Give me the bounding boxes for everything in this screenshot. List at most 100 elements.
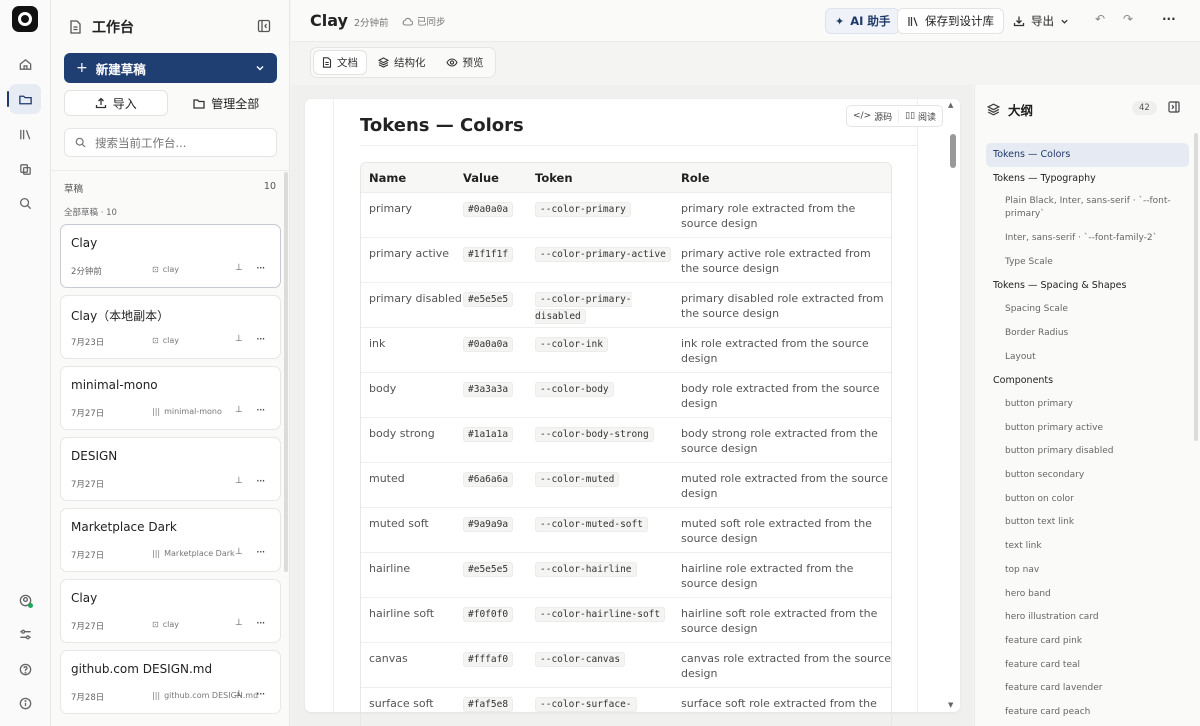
outline-item[interactable]: feature card lavender bbox=[986, 676, 1189, 700]
pin-icon[interactable]: ⊥ bbox=[235, 618, 243, 628]
outline-item[interactable]: feature card pink bbox=[986, 629, 1189, 653]
outline-item[interactable]: feature card peach bbox=[986, 700, 1189, 724]
source-icon: ⊡ bbox=[152, 336, 159, 345]
cell-role: primary disabled role extracted from the… bbox=[681, 292, 884, 320]
outline-item[interactable]: hero band bbox=[986, 582, 1189, 606]
manage-all-button[interactable]: 管理全部 bbox=[176, 90, 278, 116]
tab-document[interactable]: 文档 bbox=[314, 51, 366, 74]
cell-token: --color-surface- bbox=[535, 688, 681, 726]
draft-card-source-label: github.com DESIGN.md bbox=[164, 691, 259, 700]
more-icon[interactable]: ··· bbox=[256, 687, 266, 701]
home-icon[interactable] bbox=[9, 49, 41, 79]
more-icon[interactable]: ··· bbox=[256, 616, 266, 630]
outline-item[interactable]: button on color bbox=[986, 487, 1189, 511]
folder-icon[interactable] bbox=[7, 84, 41, 114]
table-row: muted soft #9a9a9a --color-muted-soft muted… bbox=[361, 508, 891, 553]
outline-item[interactable]: Tokens — Colors bbox=[986, 143, 1189, 167]
outline-item[interactable]: Components bbox=[986, 369, 1189, 393]
search-icon[interactable] bbox=[9, 188, 41, 218]
app-logo[interactable] bbox=[12, 6, 38, 32]
tab-structured[interactable]: 结构化 bbox=[370, 51, 434, 74]
cell-token: --color-body-strong bbox=[535, 418, 681, 462]
outline-item[interactable]: text link bbox=[986, 534, 1189, 558]
help-icon[interactable] bbox=[9, 654, 41, 684]
pin-icon[interactable]: ⊥ bbox=[235, 263, 243, 273]
value-code: #e5e5e5 bbox=[463, 562, 514, 577]
draft-card[interactable]: Marketplace Dark 7月27日 ||| Marketplace Dark… bbox=[60, 508, 281, 572]
pin-icon[interactable]: ⊥ bbox=[235, 547, 243, 557]
info-icon[interactable] bbox=[9, 688, 41, 718]
more-icon[interactable]: ··· bbox=[256, 545, 266, 559]
document-scrollbar[interactable] bbox=[950, 134, 956, 168]
chevron-down-icon[interactable] bbox=[255, 63, 265, 73]
pin-icon[interactable]: ⊥ bbox=[235, 405, 243, 415]
outline-item[interactable]: button primary active bbox=[986, 416, 1189, 440]
collapse-panel-icon[interactable] bbox=[1168, 101, 1180, 113]
draft-card[interactable]: github.com DESIGN.md 7月28日 ||| github.com D… bbox=[60, 650, 281, 714]
token-code: --color-body bbox=[535, 382, 614, 397]
scroll-down-icon[interactable]: ▼ bbox=[948, 701, 953, 709]
cell-role: hairline soft role extracted from the so… bbox=[681, 607, 878, 635]
outline-item[interactable]: feature card teal bbox=[986, 653, 1189, 677]
account-icon[interactable] bbox=[9, 585, 41, 615]
outline-item[interactable]: Border Radius bbox=[986, 321, 1189, 345]
outline-item[interactable]: button primary bbox=[986, 392, 1189, 416]
ai-assistant-button[interactable]: ✦ AI 助手 bbox=[825, 8, 901, 34]
export-button[interactable]: 导出 bbox=[1004, 8, 1078, 34]
import-button[interactable]: 导入 bbox=[64, 90, 168, 116]
workspace-sidebar: 工作台 + 新建草稿 导入 管理全部 草稿 10 全部草稿 · 10 Clay 2… bbox=[51, 0, 290, 726]
draft-card[interactable]: Clay 2分钟前 ⊡ clay ⊥ ··· bbox=[60, 224, 281, 288]
outline-item[interactable]: Tokens — Spacing & Shapes bbox=[986, 274, 1189, 298]
outline-item[interactable]: button text link bbox=[986, 511, 1189, 535]
more-icon[interactable]: ··· bbox=[256, 332, 266, 346]
sidebar-scrollbar[interactable] bbox=[284, 172, 288, 572]
outline-item[interactable]: button secondary bbox=[986, 463, 1189, 487]
pin-icon[interactable]: ⊥ bbox=[235, 689, 243, 699]
search-input[interactable] bbox=[95, 135, 265, 150]
library-icon[interactable] bbox=[9, 119, 41, 149]
settings-sliders-icon[interactable] bbox=[9, 619, 41, 649]
value-code: #0a0a0a bbox=[463, 337, 514, 352]
icon-rail bbox=[0, 0, 51, 726]
tab-structured-label: 结构化 bbox=[394, 57, 426, 69]
more-menu-icon[interactable]: ··· bbox=[1162, 12, 1176, 26]
outline-item[interactable]: Tokens — Typography bbox=[986, 167, 1189, 191]
outline-item[interactable]: Inter, sans-serif · `--font-family-2` bbox=[986, 226, 1189, 250]
more-icon[interactable]: ··· bbox=[256, 261, 266, 275]
cell-name: primary disabled bbox=[369, 292, 462, 305]
scroll-up-icon[interactable]: ▲ bbox=[948, 101, 953, 109]
outline-item[interactable]: top nav bbox=[986, 558, 1189, 582]
outline-item[interactable]: button primary disabled bbox=[986, 440, 1189, 464]
new-draft-button[interactable]: + 新建草稿 bbox=[64, 53, 277, 83]
outline-scrollbar[interactable] bbox=[1194, 133, 1198, 441]
source-button[interactable]: </> 源码 bbox=[847, 110, 898, 123]
copy-icon[interactable] bbox=[9, 154, 41, 184]
tab-document-label: 文档 bbox=[337, 57, 358, 69]
tab-preview[interactable]: 预览 bbox=[438, 51, 492, 74]
pin-icon[interactable]: ⊥ bbox=[235, 334, 243, 344]
more-icon[interactable]: ··· bbox=[256, 474, 266, 488]
undo-icon[interactable]: ↶ bbox=[1095, 12, 1105, 26]
redo-icon[interactable]: ↷ bbox=[1123, 12, 1133, 26]
outline-item[interactable]: Spacing Scale bbox=[986, 297, 1189, 321]
source-icon: ⊡ bbox=[152, 265, 159, 274]
page-margin-right bbox=[917, 99, 918, 712]
save-to-library-button[interactable]: 保存到设计库 bbox=[897, 8, 1004, 34]
more-icon[interactable]: ··· bbox=[256, 403, 266, 417]
draft-card[interactable]: Clay（本地副本） 7月23日 ⊡ clay ⊥ ··· bbox=[60, 295, 281, 359]
workspace-search[interactable] bbox=[64, 128, 277, 157]
outline-item[interactable]: Type Scale bbox=[986, 250, 1189, 274]
draft-card[interactable]: minimal-mono 7月27日 ||| minimal-mono ⊥ ··· bbox=[60, 366, 281, 430]
draft-card[interactable]: DESIGN 7月27日 ⊥ ··· bbox=[60, 437, 281, 501]
document-title[interactable]: Clay bbox=[310, 11, 348, 30]
draft-card[interactable]: Clay 7月27日 ⊡ clay ⊥ ··· bbox=[60, 579, 281, 643]
collapse-sidebar-icon[interactable] bbox=[257, 19, 271, 33]
outline-item[interactable]: Plain Black, Inter, sans-serif · `--font… bbox=[986, 190, 1189, 226]
cell-token: --color-body bbox=[535, 373, 681, 417]
outline-item[interactable]: hero illustration card bbox=[986, 605, 1189, 629]
read-button[interactable]: ▯▯ 阅读 bbox=[898, 109, 942, 123]
draft-card-title: Clay bbox=[71, 591, 98, 605]
outline-item[interactable]: Layout bbox=[986, 345, 1189, 369]
draft-card-title: Clay bbox=[71, 236, 98, 250]
pin-icon[interactable]: ⊥ bbox=[235, 476, 243, 486]
